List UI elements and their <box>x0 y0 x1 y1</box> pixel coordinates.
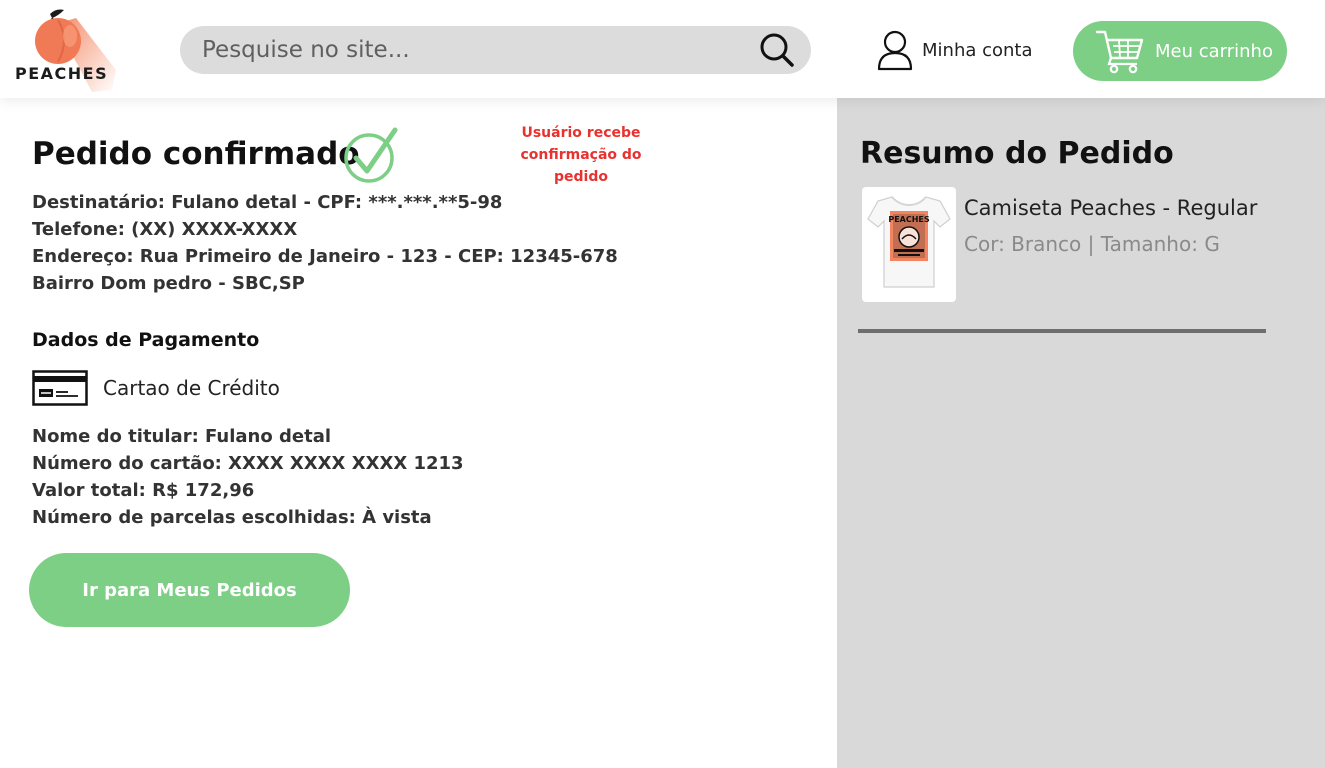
confirmed-check-icon <box>344 127 398 183</box>
site-header: PEACHES Minha conta <box>0 0 1325 98</box>
product-name: Camiseta Peaches - Regular <box>964 196 1258 220</box>
payment-method: Cartao de Crédito <box>103 376 280 400</box>
search-input[interactable] <box>202 26 742 74</box>
peaches-logo[interactable]: PEACHES <box>12 6 122 94</box>
product-thumbnail[interactable]: PEACHES <box>862 187 956 302</box>
recipient-line: Destinatário: Fulano detal - CPF: ***.**… <box>32 192 503 213</box>
search-button[interactable] <box>757 32 797 68</box>
street-line: Endereço: Rua Primeiro de Janeiro - 123 … <box>32 246 618 267</box>
payment-details: Nome do titular: Fulano detal Número do … <box>32 423 464 531</box>
total-value-line: Valor total: R$ 172,96 <box>32 480 255 501</box>
cardholder-line: Nome do titular: Fulano detal <box>32 426 332 447</box>
shopping-cart-icon <box>1095 30 1144 74</box>
my-account-label: Minha conta <box>922 39 1033 61</box>
tshirt-image: PEACHES <box>867 196 951 288</box>
search-icon <box>760 33 794 67</box>
go-to-my-orders-button[interactable]: Ir para Meus Pedidos <box>29 553 350 627</box>
search-bar <box>180 26 811 74</box>
payment-section-title: Dados de Pagamento <box>32 329 260 351</box>
summary-divider <box>858 329 1266 333</box>
credit-card-icon <box>32 370 88 406</box>
user-icon <box>877 30 913 71</box>
shirt-print-text: PEACHES <box>888 215 930 224</box>
order-summary-panel: Resumo do Pedido PEACHES Camiseta Peache… <box>837 98 1325 768</box>
logo-text: PEACHES <box>15 64 109 83</box>
cart-button[interactable]: Meu carrinho <box>1073 21 1287 81</box>
order-confirmation-page: PEACHES Minha conta <box>0 0 1325 768</box>
shipping-address: Destinatário: Fulano detal - CPF: ***.**… <box>32 189 618 297</box>
my-account-link[interactable]: Minha conta <box>876 28 1033 72</box>
neighborhood-line: Bairro Dom pedro - SBC,SP <box>32 273 305 294</box>
card-number-line: Número do cartão: XXXX XXXX XXXX 1213 <box>32 453 464 474</box>
phone-line: Telefone: (XX) XXXX-XXXX <box>32 219 298 240</box>
installments-line: Número de parcelas escolhidas: À vista <box>32 507 432 528</box>
cart-label: Meu carrinho <box>1155 40 1273 62</box>
annotation-note: Usuário recebe confirmação do pedido <box>520 125 642 185</box>
page-title: Pedido confirmado <box>32 136 360 172</box>
order-details-panel: Pedido confirmado Usuário recebe confirm… <box>0 98 837 768</box>
product-variant: Cor: Branco | Tamanho: G <box>964 232 1220 256</box>
summary-title: Resumo do Pedido <box>860 136 1174 171</box>
